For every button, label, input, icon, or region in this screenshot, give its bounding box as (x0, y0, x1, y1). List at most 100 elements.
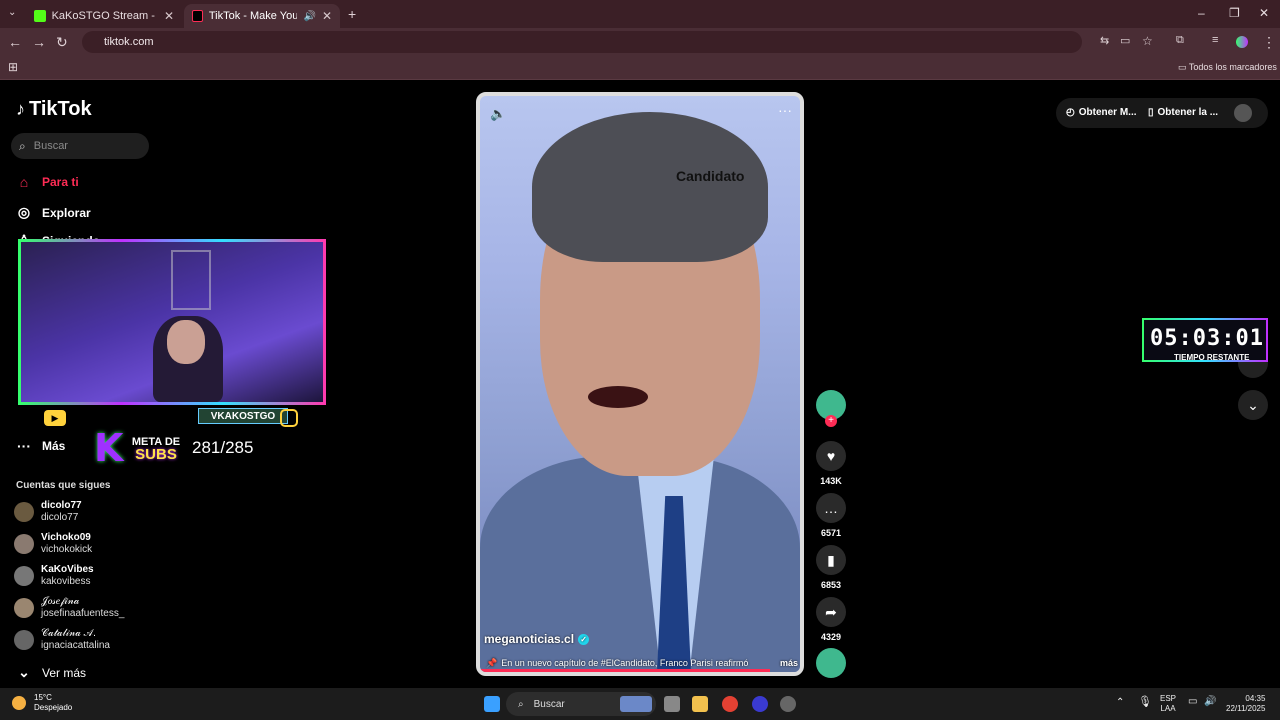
speaker-icon[interactable]: 🔊 (1204, 697, 1216, 707)
following-account[interactable]: KaKoVibes kakovibess (14, 564, 94, 588)
compass-icon: ◎ (17, 204, 31, 220)
close-tab-icon[interactable]: ✕ (164, 9, 174, 23)
heart-icon[interactable]: ♥ (816, 441, 846, 471)
comment-icon[interactable]: … (816, 493, 846, 523)
get-app-button[interactable]: ▯ Obtener la ... (1148, 107, 1218, 118)
nav-para-ti[interactable]: ⌂ Para ti (16, 174, 79, 190)
nav-explorar[interactable]: ◎ Explorar (16, 204, 91, 221)
verified-icon: ✓ (578, 633, 590, 645)
taskbar-search-label: Buscar (533, 698, 565, 710)
video-program-stamp: Candidato (676, 168, 745, 184)
logo-text: TikTok (29, 98, 92, 120)
menu-icon[interactable]: ⋮ (1262, 34, 1276, 51)
video-author[interactable]: meganoticias.cl ✓ (484, 632, 590, 646)
obs-icon[interactable] (780, 696, 796, 712)
temperature: 15°C (34, 693, 52, 702)
all-bookmarks-button[interactable]: ▭ Todos los marcadores (1178, 62, 1277, 73)
network-icon[interactable]: ▭ (1188, 697, 1197, 707)
tab-tiktok[interactable]: TikTok - Make Your Day 🔊 ✕ (184, 4, 340, 28)
account-user: josefinaafuentess_ (41, 608, 125, 619)
webcam-shelf (171, 250, 211, 310)
following-account[interactable]: 𝒞𝒶𝓉𝒶𝓁𝒾𝓃𝒶 𝒜. ignaciacattalina (14, 628, 110, 652)
tab-kakostgo[interactable]: KaKoSTGO Stream - Watch Live ✕ (26, 4, 182, 28)
author-name: meganoticias.cl (484, 632, 575, 646)
home-icon: ⌂ (19, 174, 29, 190)
weather-widget[interactable]: 15°C Despejado (12, 693, 72, 713)
sound-disc[interactable] (816, 648, 846, 678)
comment-count: 6571 (820, 528, 842, 538)
weather-text: Despejado (34, 703, 73, 712)
more-link[interactable]: más (780, 658, 798, 669)
bookmarks-label: Todos los marcadores (1188, 62, 1277, 72)
nav-label: Para ti (42, 175, 79, 189)
next-video-button[interactable]: ⌄ (1238, 390, 1268, 420)
browser-titlebar: ⌄ KaKoSTGO Stream - Watch Live ✕ TikTok … (0, 0, 1280, 28)
lang-layout: LAA (1160, 704, 1176, 713)
share-action[interactable]: ➦ 4329 (816, 597, 846, 642)
timer-label: TIEMPO RESTANTE (1174, 353, 1250, 362)
k-logo-icon: K (94, 426, 124, 470)
tiktok-logo[interactable]: ♪ TikTok (16, 98, 92, 121)
following-title: Cuentas que sigues (16, 480, 111, 491)
ver-mas-button[interactable]: ⌄ Ver más (16, 664, 86, 681)
follow-plus-icon[interactable]: + (825, 415, 837, 427)
nav-mas[interactable]: ··· Más (16, 438, 65, 454)
audio-icon[interactable]: 🔊 (303, 11, 315, 22)
apps-icon[interactable]: ⊞ (8, 60, 18, 74)
video-progress[interactable] (480, 669, 770, 672)
like-count: 143K (820, 476, 842, 486)
following-account[interactable]: Vichoko09 vichokokick (14, 532, 92, 556)
forward-icon[interactable]: → (32, 34, 46, 50)
close-window-icon[interactable]: ✕ (1259, 6, 1269, 20)
extensions-icon[interactable]: ⧉ (1176, 34, 1184, 47)
account-name: 𝒞𝒶𝓉𝒶𝓁𝒾𝓃𝒶 𝒜. (41, 628, 96, 639)
search-input[interactable]: ⌕ Buscar (11, 133, 149, 159)
following-account[interactable]: dicolo77 dicolo77 (14, 500, 82, 524)
more-options-icon[interactable]: ··· (778, 102, 792, 118)
app-icon[interactable] (752, 696, 768, 712)
channel-name: VKAKOSTGO (198, 408, 288, 424)
file-explorer-icon[interactable] (692, 696, 708, 712)
back-icon[interactable]: ← (8, 34, 22, 50)
language-indicator[interactable]: ESP LAA (1160, 694, 1176, 714)
share-count: 4329 (820, 632, 842, 642)
lang-code: ESP (1160, 694, 1177, 703)
search-highlight-icon (620, 696, 652, 712)
translate-icon[interactable]: ⇆ (1100, 34, 1109, 47)
share-icon[interactable]: ➦ (816, 597, 846, 627)
save-action[interactable]: ▮ 6853 (816, 545, 846, 590)
like-action[interactable]: ♥ 143K (816, 441, 846, 486)
url-field[interactable]: tiktok.com (82, 31, 1082, 53)
comment-action[interactable]: … 6571 (816, 493, 846, 538)
task-view-icon[interactable] (664, 696, 680, 712)
avatar (14, 598, 34, 618)
clock[interactable]: 04:35 22/11/2025 (1226, 694, 1265, 714)
reload-icon[interactable]: ↻ (56, 34, 68, 51)
new-tab-icon[interactable]: + (348, 6, 356, 22)
restore-icon[interactable]: ❐ (1229, 6, 1240, 20)
minimize-icon[interactable]: – (1198, 6, 1205, 20)
save-count: 6853 (820, 580, 842, 590)
start-icon[interactable] (484, 696, 500, 712)
volume-icon[interactable]: 🔈 (490, 106, 506, 122)
search-icon: ⌕ (518, 698, 524, 710)
avatar (14, 534, 34, 554)
profile-icon[interactable] (1236, 36, 1248, 48)
video-player[interactable]: Candidato 🔈 ··· meganoticias.cl ✓ 📌 En u… (476, 92, 804, 676)
get-coins-button[interactable]: ◴ Obtener M... (1066, 107, 1137, 118)
avatar (14, 502, 34, 522)
phone-icon: ▯ (1148, 107, 1154, 118)
video-description: 📌 En un nuevo capítulo de #ElCandidato, … (486, 658, 798, 669)
profile-avatar[interactable] (1234, 104, 1252, 122)
media-icon[interactable]: ≡ (1212, 34, 1218, 46)
account-name: dicolo77 (41, 500, 82, 511)
bookmark-icon[interactable]: ▮ (816, 545, 846, 575)
chrome-icon[interactable] (722, 696, 738, 712)
star-icon[interactable]: ☆ (1142, 34, 1153, 48)
cast-icon[interactable]: ▭ (1120, 34, 1130, 47)
microphone-icon[interactable]: 🎙 (1138, 697, 1152, 708)
following-account[interactable]: 𝒥𝑜𝓈𝑒𝒻𝒾𝓃𝒶 josefinaafuentess_ (14, 596, 124, 620)
close-tab-icon[interactable]: ✕ (322, 9, 332, 23)
tab-search-icon[interactable]: ⌄ (8, 7, 16, 18)
tray-expand-icon[interactable]: ⌃ (1116, 698, 1124, 708)
